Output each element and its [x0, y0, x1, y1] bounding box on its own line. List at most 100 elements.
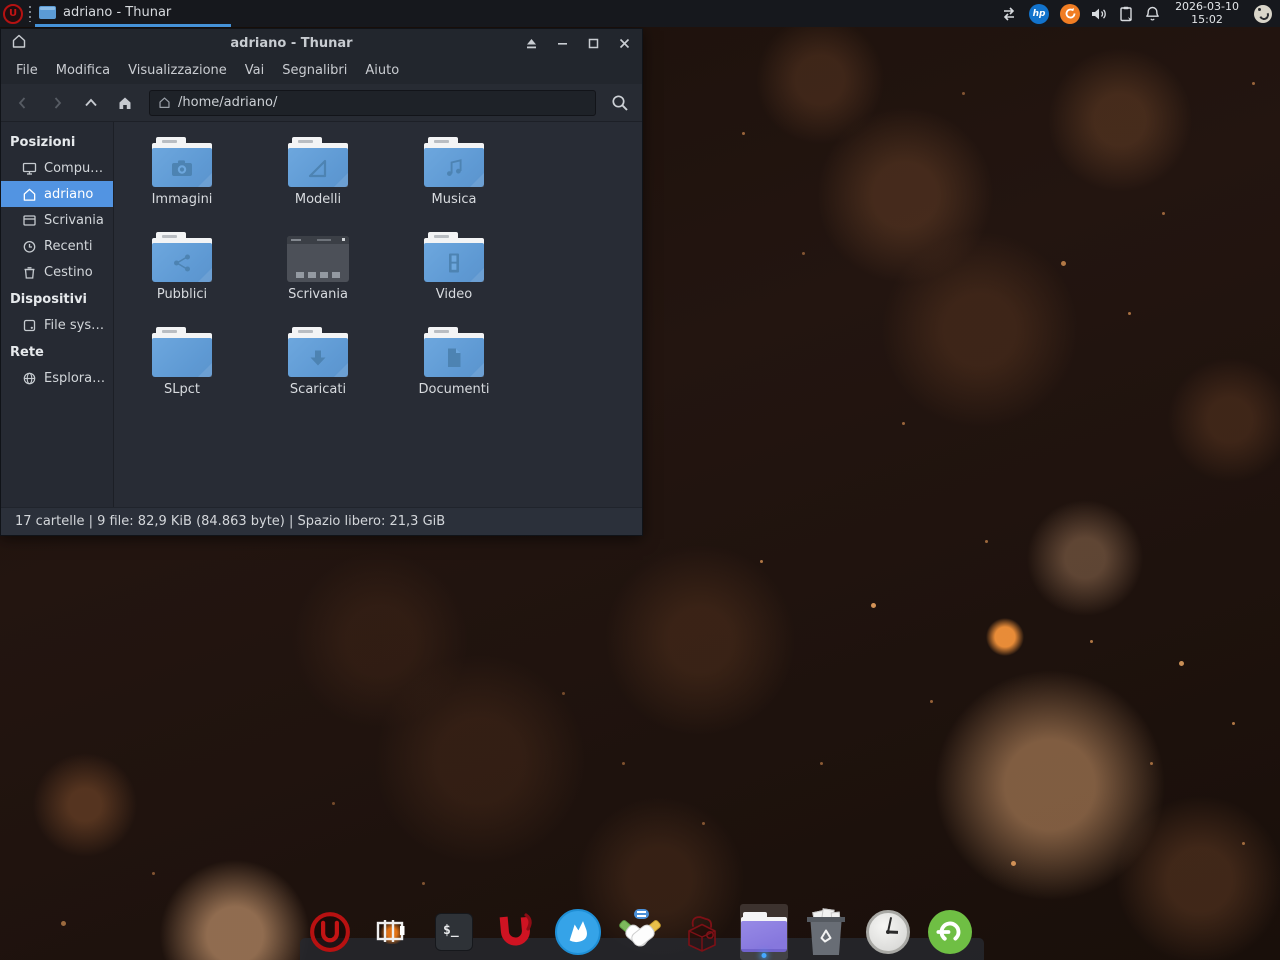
applications-menu-button[interactable]: U — [3, 4, 23, 24]
file-item-slpct[interactable]: SLpct — [114, 325, 250, 420]
panel-time: 15:02 — [1175, 14, 1239, 27]
hp-icon[interactable]: hp — [1029, 4, 1049, 24]
window-title: adriano - Thunar — [81, 36, 502, 51]
purple-folder-icon — [741, 912, 787, 952]
file-item-scrivania[interactable]: Scrivania — [250, 230, 386, 325]
file-item-documenti[interactable]: Documenti — [386, 325, 522, 420]
bell-icon[interactable] — [1145, 6, 1160, 22]
panel-date: 2026-03-10 — [1175, 1, 1239, 14]
dock-collaboration[interactable] — [616, 904, 664, 960]
maximize-button[interactable] — [585, 35, 601, 51]
ufficio-zero-logo-icon: U — [9, 9, 17, 19]
path-text: /home/adriano/ — [178, 95, 277, 110]
folder-videos-icon — [423, 232, 485, 282]
volume-icon[interactable] — [1091, 7, 1108, 21]
update-icon[interactable] — [1060, 4, 1080, 24]
dock-file-manager[interactable] — [740, 904, 788, 960]
dock-red-u-app[interactable] — [492, 904, 540, 960]
menu-modifica[interactable]: Modifica — [47, 59, 119, 82]
window-titlebar[interactable]: adriano - Thunar — [1, 29, 642, 57]
menu-segnalibri[interactable]: Segnalibri — [273, 59, 356, 82]
file-item-modelli[interactable]: Modelli — [250, 135, 386, 230]
sidebar-item-cestino[interactable]: Cestino — [1, 259, 113, 285]
sidebar-item-scrivania[interactable]: Scrivania — [1, 207, 113, 233]
sidebar-item-computer[interactable]: Compu… — [1, 155, 113, 181]
sidebar-header-network: Rete — [1, 338, 113, 365]
close-button[interactable] — [616, 35, 632, 51]
shade-button[interactable] — [523, 35, 539, 51]
terminal-icon: $_ — [435, 913, 473, 951]
dock-terminal[interactable]: $_ — [430, 904, 478, 960]
back-button[interactable] — [7, 89, 39, 117]
toolbar: /home/adriano/ — [1, 84, 642, 122]
menu-visualizzazione[interactable]: Visualizzazione — [119, 59, 236, 82]
toolbox-icon — [680, 910, 724, 954]
sidebar-item-adriano[interactable]: adriano — [1, 181, 113, 207]
folder-pictures-icon — [151, 137, 213, 187]
file-item-scaricati[interactable]: Scaricati — [250, 325, 386, 420]
menu-aiuto[interactable]: Aiuto — [356, 59, 408, 82]
desktop-folder-icon — [287, 236, 349, 282]
folder-documents-icon — [423, 327, 485, 377]
clipboard-icon[interactable] — [1119, 6, 1134, 22]
dock-logout[interactable] — [926, 904, 974, 960]
dock-ufficio-zero-launcher[interactable] — [306, 904, 354, 960]
window-home-icon — [11, 33, 27, 53]
system-tray: hp 2026-03-10 15:02 — [1000, 1, 1280, 26]
folder-templates-icon — [287, 137, 349, 187]
taskbar-item-label: adriano - Thunar — [63, 5, 171, 20]
red-u-icon — [495, 910, 537, 954]
computer-icon — [22, 161, 37, 176]
desktop[interactable]: U adriano - Thunar hp — [0, 0, 1280, 960]
panel-clock[interactable]: 2026-03-10 15:02 — [1171, 1, 1243, 26]
minimize-button[interactable] — [554, 35, 570, 51]
file-item-immagini[interactable]: Immagini — [114, 135, 250, 230]
folder-downloads-icon — [287, 327, 349, 377]
sidebar-item-esplora-rete[interactable]: Esplora… — [1, 365, 113, 391]
folder-public-icon — [151, 232, 213, 282]
sidebar-item-filesystem[interactable]: File sys… — [1, 312, 113, 338]
up-button[interactable] — [75, 89, 107, 117]
dock-panel-layout[interactable] — [368, 904, 416, 960]
file-item-video[interactable]: Video — [386, 230, 522, 325]
search-button[interactable] — [604, 89, 636, 117]
thunar-window: adriano - Thunar File Modifica Visualizz… — [0, 28, 643, 536]
dock-clock[interactable] — [864, 904, 912, 960]
drive-icon — [22, 318, 37, 333]
sidebar-header-places: Posizioni — [1, 128, 113, 155]
folder-icon — [39, 6, 56, 19]
file-view[interactable]: Immagini Modelli — [114, 122, 642, 507]
logout-icon — [928, 910, 972, 954]
handshake-icon — [617, 909, 663, 955]
dock: $_ — [306, 902, 974, 960]
desktop-icon — [22, 213, 37, 228]
swap-arrows-icon[interactable] — [1000, 7, 1018, 21]
file-item-musica[interactable]: Musica — [386, 135, 522, 230]
folder-plain-icon — [151, 327, 213, 377]
forward-button[interactable] — [41, 89, 73, 117]
panel-handle[interactable] — [29, 6, 31, 22]
sidebar-item-recenti[interactable]: Recenti — [1, 233, 113, 259]
folder-music-icon — [423, 137, 485, 187]
menu-bar: File Modifica Visualizzazione Vai Segnal… — [1, 57, 642, 84]
status-bar: 17 cartelle | 9 file: 82,9 KiB (84.863 b… — [1, 507, 642, 535]
status-text: 17 cartelle | 9 file: 82,9 KiB (84.863 b… — [15, 514, 445, 529]
menu-file[interactable]: File — [7, 59, 47, 82]
dock-librewolf-browser[interactable] — [554, 904, 602, 960]
dock-trash[interactable] — [802, 904, 850, 960]
path-bar[interactable]: /home/adriano/ — [149, 90, 596, 116]
file-item-pubblici[interactable]: Pubblici — [114, 230, 250, 325]
home-icon — [22, 187, 37, 202]
sidebar: Posizioni Compu… adriano Scrivania Recen… — [1, 122, 114, 507]
dock-toolbox[interactable] — [678, 904, 726, 960]
librewolf-icon — [555, 909, 601, 955]
menu-vai[interactable]: Vai — [236, 59, 273, 82]
panel-layout-icon — [372, 912, 412, 952]
sidebar-header-devices: Dispositivi — [1, 285, 113, 312]
home-button[interactable] — [109, 89, 141, 117]
trash-full-icon — [807, 909, 845, 955]
clock-icon — [866, 910, 910, 954]
network-globe-icon — [22, 371, 37, 386]
yinyang-icon[interactable] — [1254, 5, 1272, 23]
taskbar-item-thunar[interactable]: adriano - Thunar — [35, 0, 231, 27]
